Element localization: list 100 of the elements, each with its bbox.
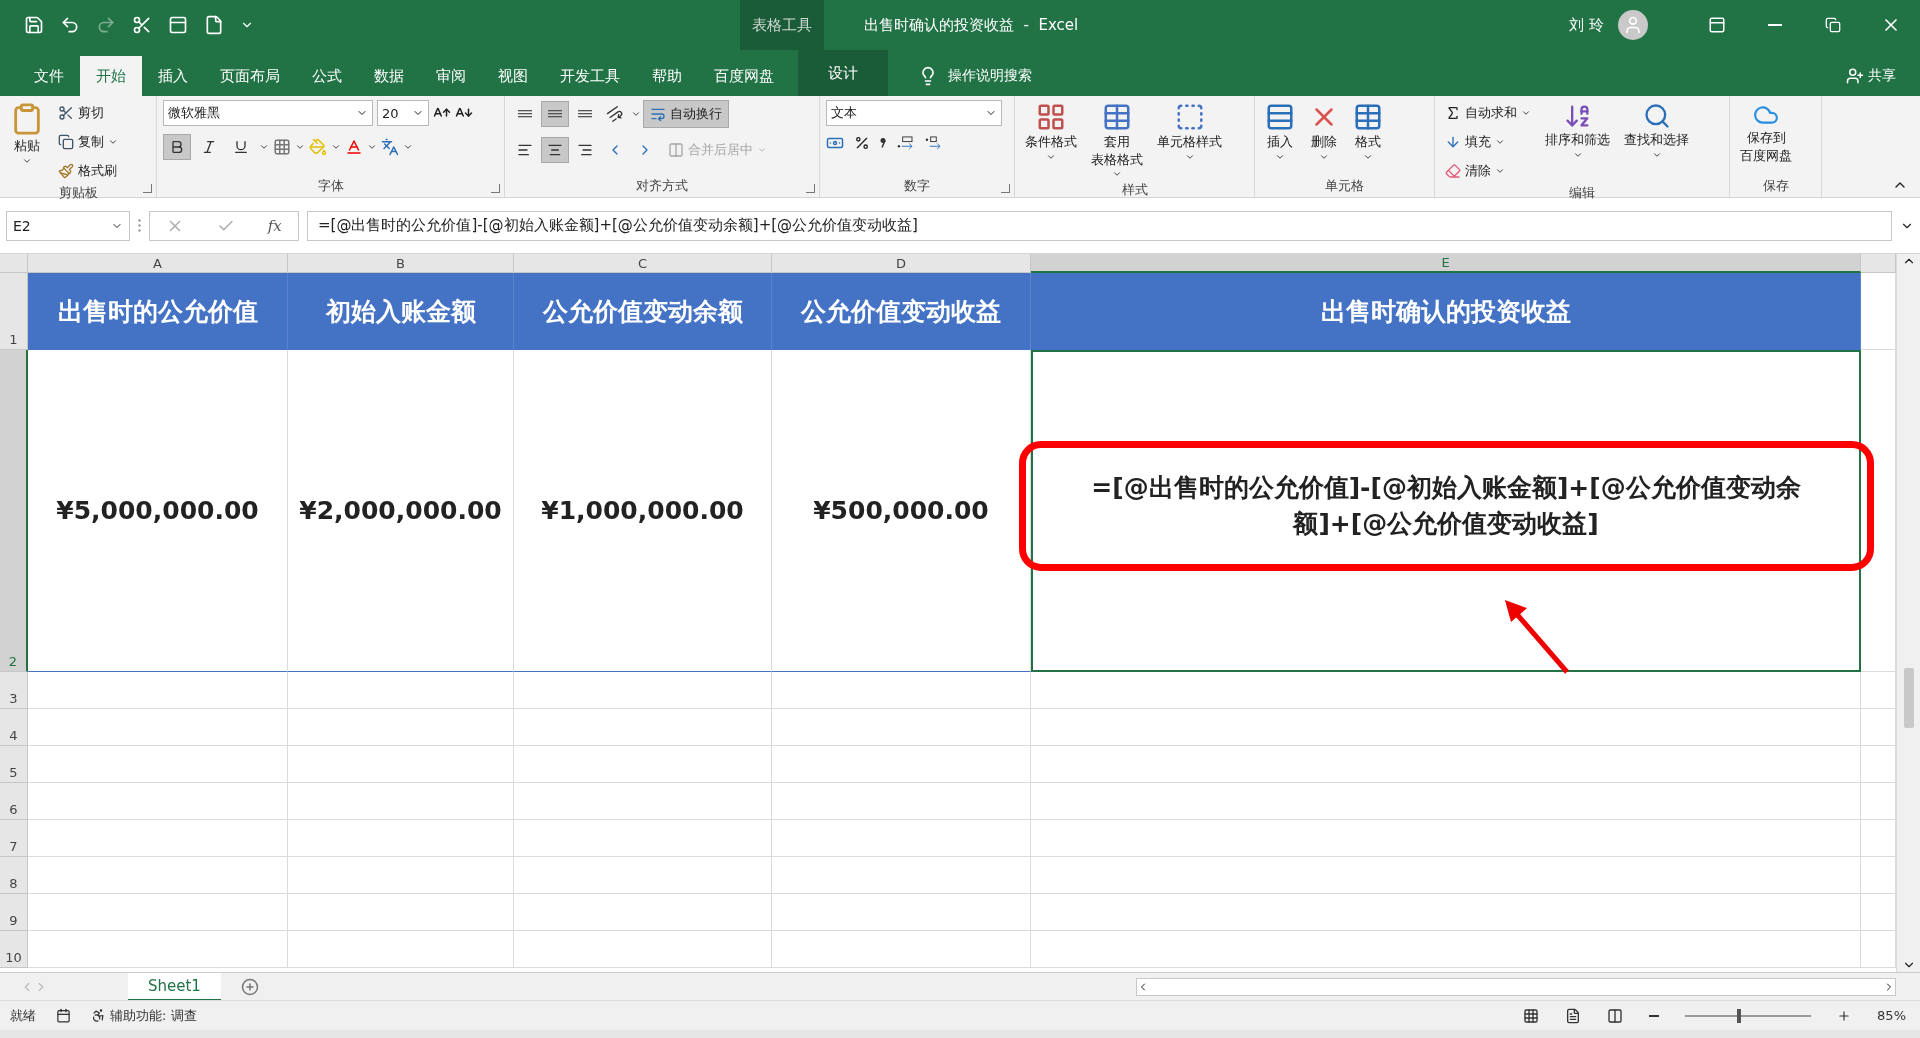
empty-cell[interactable] bbox=[288, 857, 514, 894]
scroll-thumb[interactable] bbox=[1903, 668, 1914, 728]
tell-me-search[interactable]: 操作说明搜索 bbox=[948, 67, 1032, 85]
empty-cell[interactable] bbox=[288, 709, 514, 746]
empty-cell[interactable] bbox=[1031, 820, 1861, 857]
empty-cell[interactable] bbox=[772, 746, 1031, 783]
empty-cell[interactable] bbox=[288, 746, 514, 783]
column-header[interactable]: A bbox=[28, 254, 288, 273]
font-name-field[interactable]: 微软雅黑 bbox=[163, 100, 373, 126]
cut-button[interactable]: 剪切 bbox=[54, 100, 122, 126]
empty-cell[interactable] bbox=[772, 931, 1031, 968]
row-header[interactable]: 3 bbox=[0, 672, 28, 709]
ribbon-tab[interactable]: 视图 bbox=[482, 56, 544, 96]
save-to-cloud-button[interactable]: 保存到 百度网盘 bbox=[1736, 100, 1796, 166]
column-header[interactable]: B bbox=[288, 254, 514, 273]
font-size-field[interactable]: 20 bbox=[377, 100, 429, 126]
vertical-scrollbar[interactable] bbox=[1896, 254, 1920, 972]
column-header[interactable]: C bbox=[514, 254, 772, 273]
styles-button[interactable]: 套用 表格格式 bbox=[1087, 100, 1147, 182]
row-header[interactable]: 6 bbox=[0, 783, 28, 820]
empty-cell[interactable] bbox=[1031, 931, 1861, 968]
fill-button[interactable]: 填充 bbox=[1441, 129, 1535, 155]
empty-cell[interactable] bbox=[514, 931, 772, 968]
ribbon-tab[interactable]: 公式 bbox=[296, 56, 358, 96]
row-header[interactable]: 9 bbox=[0, 894, 28, 931]
ribbon-tab[interactable]: 百度网盘 bbox=[698, 56, 790, 96]
ribbon-tab[interactable]: 审阅 bbox=[420, 56, 482, 96]
name-box[interactable]: E2 bbox=[6, 210, 130, 241]
row-header[interactable]: 5 bbox=[0, 746, 28, 783]
empty-cell[interactable] bbox=[1031, 894, 1861, 931]
empty-cell[interactable] bbox=[288, 894, 514, 931]
format-painter-button[interactable]: 格式刷 bbox=[54, 158, 122, 184]
cells-button[interactable]: 插入 bbox=[1261, 100, 1299, 164]
ribbon-tab[interactable]: 页面布局 bbox=[204, 56, 296, 96]
sort-filter-button[interactable]: 排序和筛选 bbox=[1541, 100, 1614, 162]
ribbon-tab[interactable]: 设计 bbox=[798, 50, 888, 96]
column-header[interactable]: E bbox=[1031, 254, 1861, 273]
bold-button[interactable] bbox=[163, 134, 191, 160]
ribbon-tab[interactable]: 文件 bbox=[18, 56, 80, 96]
styles-button[interactable]: 单元格样式 bbox=[1153, 100, 1226, 164]
dialog-launcher-icon[interactable] bbox=[143, 184, 152, 193]
select-all-corner[interactable] bbox=[0, 254, 28, 273]
empty-cell[interactable] bbox=[1031, 672, 1861, 709]
empty-cell[interactable] bbox=[288, 672, 514, 709]
ribbon-tab[interactable]: 插入 bbox=[142, 56, 204, 96]
styles-button[interactable]: 条件格式 bbox=[1021, 100, 1081, 164]
empty-cell[interactable] bbox=[1031, 746, 1861, 783]
empty-cell[interactable] bbox=[772, 783, 1031, 820]
empty-cell[interactable] bbox=[514, 746, 772, 783]
number-format-field[interactable]: 文本 bbox=[826, 100, 1002, 126]
align-center-button[interactable] bbox=[541, 137, 569, 163]
row-header[interactable]: 7 bbox=[0, 820, 28, 857]
cells-button[interactable]: 格式 bbox=[1349, 100, 1387, 164]
empty-cell[interactable] bbox=[772, 820, 1031, 857]
wrap-text-button[interactable]: 自动换行 bbox=[643, 100, 729, 128]
empty-cell[interactable] bbox=[514, 820, 772, 857]
empty-cell[interactable] bbox=[772, 672, 1031, 709]
dialog-launcher-icon[interactable] bbox=[491, 184, 500, 193]
empty-cell[interactable] bbox=[514, 894, 772, 931]
empty-cell[interactable] bbox=[514, 783, 772, 820]
empty-cell[interactable] bbox=[514, 857, 772, 894]
dialog-launcher-icon[interactable] bbox=[806, 184, 815, 193]
formula-field[interactable]: =[@出售时的公允价值]-[@初始入账金额]+[@公允价值变动余额]+[@公允价值变动收益] bbox=[307, 210, 1892, 241]
dialog-launcher-icon[interactable] bbox=[1001, 184, 1010, 193]
empty-cell[interactable] bbox=[514, 709, 772, 746]
zoom-thumb[interactable] bbox=[1737, 1008, 1742, 1023]
row-header[interactable]: 1 bbox=[0, 273, 28, 350]
copy-button[interactable]: 复制 bbox=[54, 129, 122, 155]
row-header[interactable]: 8 bbox=[0, 857, 28, 894]
sheet-tab[interactable]: Sheet1 bbox=[128, 972, 221, 1001]
horizontal-scrollbar[interactable] bbox=[1136, 977, 1896, 996]
row-header[interactable]: 2 bbox=[0, 350, 28, 672]
ribbon-tab[interactable]: 帮助 bbox=[636, 56, 698, 96]
empty-cell[interactable] bbox=[288, 820, 514, 857]
ribbon-tab[interactable]: 开始 bbox=[80, 56, 142, 96]
clear-button[interactable]: 清除 bbox=[1441, 158, 1535, 184]
row-header[interactable]: 4 bbox=[0, 709, 28, 746]
empty-cell[interactable] bbox=[772, 894, 1031, 931]
row-header[interactable]: 10 bbox=[0, 931, 28, 968]
ribbon-tab[interactable]: 开发工具 bbox=[544, 56, 636, 96]
zoom-level[interactable]: 85% bbox=[1877, 1008, 1906, 1023]
empty-cell[interactable] bbox=[288, 783, 514, 820]
cells-button[interactable]: 删除 bbox=[1305, 100, 1343, 164]
column-header[interactable] bbox=[1861, 254, 1896, 273]
autosum-button[interactable]: 自动求和 bbox=[1441, 100, 1535, 126]
find-select-button[interactable]: 查找和选择 bbox=[1620, 100, 1693, 162]
empty-cell[interactable] bbox=[514, 672, 772, 709]
column-header[interactable]: D bbox=[772, 254, 1031, 273]
empty-cell[interactable] bbox=[288, 931, 514, 968]
avatar[interactable] bbox=[1618, 10, 1648, 40]
empty-cell[interactable] bbox=[1031, 857, 1861, 894]
empty-cell[interactable] bbox=[1031, 709, 1861, 746]
paste-button[interactable]: 粘贴 bbox=[6, 100, 48, 168]
share-button[interactable]: 共享 bbox=[1868, 67, 1896, 85]
empty-cell[interactable] bbox=[1031, 783, 1861, 820]
middle-align-button[interactable] bbox=[541, 101, 569, 127]
empty-cell[interactable] bbox=[772, 857, 1031, 894]
accessibility-status[interactable]: 辅助功能: 调查 bbox=[110, 1006, 197, 1025]
empty-cell[interactable] bbox=[772, 709, 1031, 746]
insert-function-button[interactable]: fx bbox=[267, 216, 282, 235]
